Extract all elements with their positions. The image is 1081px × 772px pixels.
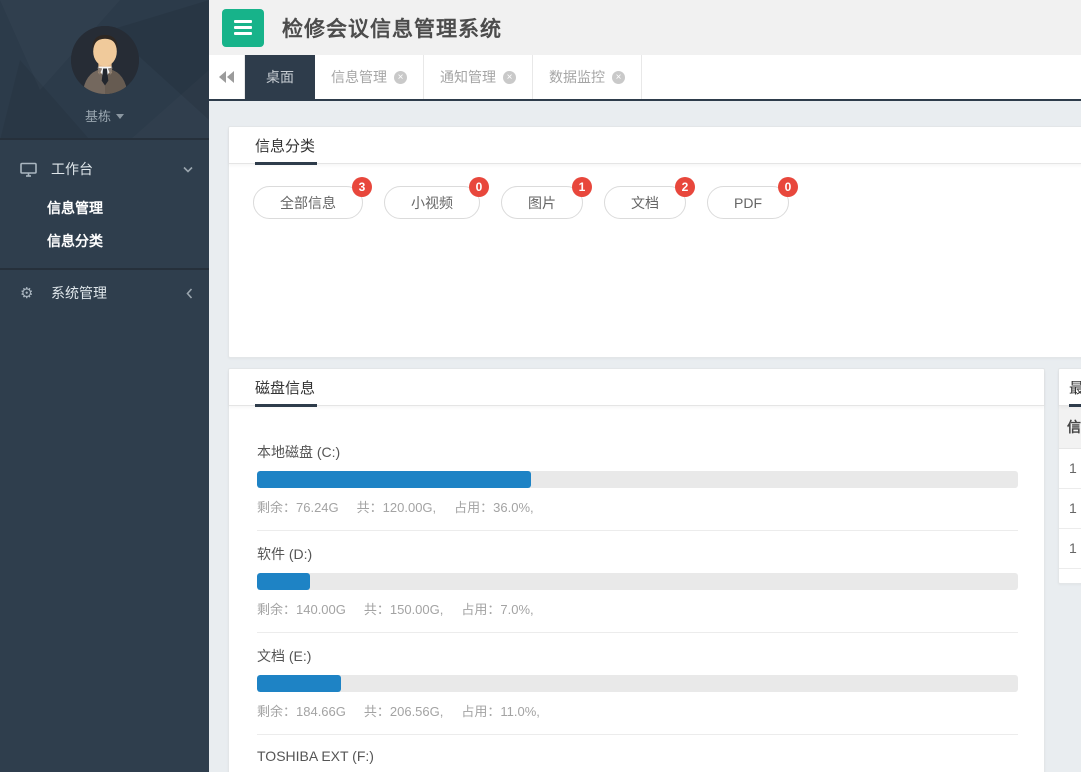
disk-name: 文档 (E:) — [257, 646, 1018, 666]
category-button[interactable]: 全部信息 — [253, 186, 363, 219]
panel-title: 磁盘信息 — [255, 377, 315, 398]
tab-label: 通知管理 — [440, 67, 496, 87]
table-row[interactable]: 1 — [1059, 528, 1081, 568]
disk-stats: 剩余：184.66G共：206.56G,占用：11.0%, — [257, 701, 1018, 720]
disk-row-e: 文档 (E:) 剩余：184.66G共：206.56G,占用：11.0%, — [257, 646, 1018, 735]
table-column-header: 信 — [1059, 406, 1081, 448]
count-badge: 0 — [469, 177, 489, 197]
workbench-submenu: 信息管理 信息分类 — [0, 192, 209, 270]
collapse-tabs-button[interactable] — [209, 55, 245, 99]
user-panel: 基栋 — [0, 0, 209, 140]
disk-name: 本地磁盘 (C:) — [257, 442, 1018, 462]
count-badge: 1 — [572, 177, 592, 197]
panel-header: 最 — [1059, 369, 1081, 406]
sidebar-item-info-category[interactable]: 信息分类 — [0, 225, 209, 258]
active-title-underline — [1069, 404, 1081, 407]
top-header: 检修会议信息管理系统 — [209, 0, 1081, 55]
tab-info-management[interactable]: 信息管理 × — [315, 55, 424, 99]
disk-progress-track — [257, 675, 1018, 692]
disk-progress-fill — [257, 675, 341, 692]
app-title: 检修会议信息管理系统 — [282, 13, 502, 43]
panel-footer-spacer — [1059, 569, 1081, 583]
avatar[interactable] — [71, 26, 139, 94]
info-category-panel: 信息分类 全部信息 3 小视频 0 图片 1 — [228, 126, 1081, 358]
sidebar-item-workbench[interactable]: 工作台 — [0, 146, 209, 192]
active-title-underline — [255, 162, 317, 165]
panel-title: 最 — [1069, 377, 1081, 398]
monitor-icon — [20, 162, 38, 177]
table-row[interactable]: 1 — [1059, 488, 1081, 528]
pill-short-video: 小视频 0 — [384, 186, 480, 219]
category-button[interactable]: 文档 — [604, 186, 686, 219]
chevron-left-icon — [186, 288, 193, 299]
tab-data-monitor[interactable]: 数据监控 × — [533, 55, 642, 99]
latest-info-table: 信 1 1 1 — [1059, 406, 1081, 569]
hamburger-icon — [234, 20, 252, 23]
close-tab-icon[interactable]: × — [394, 71, 407, 84]
tab-label: 桌面 — [266, 67, 294, 87]
disk-stats: 剩余：140.00G共：150.00G,占用：7.0%, — [257, 599, 1018, 618]
category-button[interactable]: PDF — [707, 186, 789, 219]
user-menu[interactable]: 基栋 — [0, 106, 209, 125]
count-badge: 3 — [352, 177, 372, 197]
disk-row-c: 本地磁盘 (C:) 剩余：76.24G共：120.00G,占用：36.0%, — [257, 442, 1018, 531]
caret-down-icon — [116, 114, 124, 119]
cogs-icon: ⚙ — [20, 286, 38, 301]
tab-notice-management[interactable]: 通知管理 × — [424, 55, 533, 99]
pill-document: 文档 2 — [604, 186, 686, 219]
disk-stats: 剩余：76.24G共：120.00G,占用：36.0%, — [257, 497, 1018, 516]
chevron-down-icon — [183, 166, 193, 173]
sidebar-item-system-management[interactable]: ⚙ 系统管理 — [0, 270, 209, 316]
tab-bar: 桌面 信息管理 × 通知管理 × 数据监控 × — [209, 55, 1081, 101]
tab-label: 数据监控 — [549, 67, 605, 87]
panel-header: 信息分类 — [229, 127, 1081, 164]
disk-row-f: TOSHIBA EXT (F:) 剩余：20.45G共：1863.01G,占用：… — [257, 748, 1018, 772]
pill-all-info: 全部信息 3 — [253, 186, 363, 219]
tab-label: 信息管理 — [331, 67, 387, 87]
menu-toggle-button[interactable] — [222, 9, 264, 47]
latest-info-panel: 最 信 1 1 1 — [1058, 368, 1081, 584]
disk-progress-track — [257, 471, 1018, 488]
avatar-illustration — [71, 26, 139, 94]
category-pill-row: 全部信息 3 小视频 0 图片 1 文档 2 — [229, 164, 1081, 219]
pill-image: 图片 1 — [501, 186, 583, 219]
disk-progress-fill — [257, 471, 531, 488]
disk-list: 本地磁盘 (C:) 剩余：76.24G共：120.00G,占用：36.0%, 软… — [229, 406, 1044, 772]
sidebar-item-label: 系统管理 — [51, 283, 186, 303]
close-tab-icon[interactable]: × — [503, 71, 516, 84]
sidebar-item-info-management[interactable]: 信息管理 — [0, 192, 209, 225]
disk-row-d: 软件 (D:) 剩余：140.00G共：150.00G,占用：7.0%, — [257, 544, 1018, 633]
category-button[interactable]: 小视频 — [384, 186, 480, 219]
content-area: 信息分类 全部信息 3 小视频 0 图片 1 — [209, 101, 1081, 772]
count-badge: 2 — [675, 177, 695, 197]
disk-progress-fill — [257, 573, 310, 590]
disk-info-panel: 磁盘信息 本地磁盘 (C:) 剩余：76.24G共：120.00G,占用：36.… — [228, 368, 1045, 772]
user-name-label: 基栋 — [85, 109, 111, 124]
panel-header: 磁盘信息 — [229, 369, 1044, 406]
double-chevron-left-icon — [219, 71, 235, 83]
disk-progress-track — [257, 573, 1018, 590]
close-tab-icon[interactable]: × — [612, 71, 625, 84]
active-title-underline — [255, 404, 317, 407]
main-area: 检修会议信息管理系统 桌面 信息管理 × 通知管理 × 数据监控 × — [209, 0, 1081, 772]
sidebar-nav: 工作台 信息管理 信息分类 ⚙ 系统管理 — [0, 140, 209, 316]
table-row[interactable]: 1 — [1059, 448, 1081, 488]
sidebar-item-label: 工作台 — [51, 159, 183, 179]
disk-name: TOSHIBA EXT (F:) — [257, 748, 1018, 764]
count-badge: 0 — [778, 177, 798, 197]
sidebar: 基栋 工作台 信息管理 信息分类 ⚙ 系统管理 — [0, 0, 209, 772]
tab-desktop[interactable]: 桌面 — [245, 55, 315, 99]
panel-title: 信息分类 — [255, 135, 315, 156]
pill-pdf: PDF 0 — [707, 186, 789, 219]
disk-name: 软件 (D:) — [257, 544, 1018, 564]
category-button[interactable]: 图片 — [501, 186, 583, 219]
